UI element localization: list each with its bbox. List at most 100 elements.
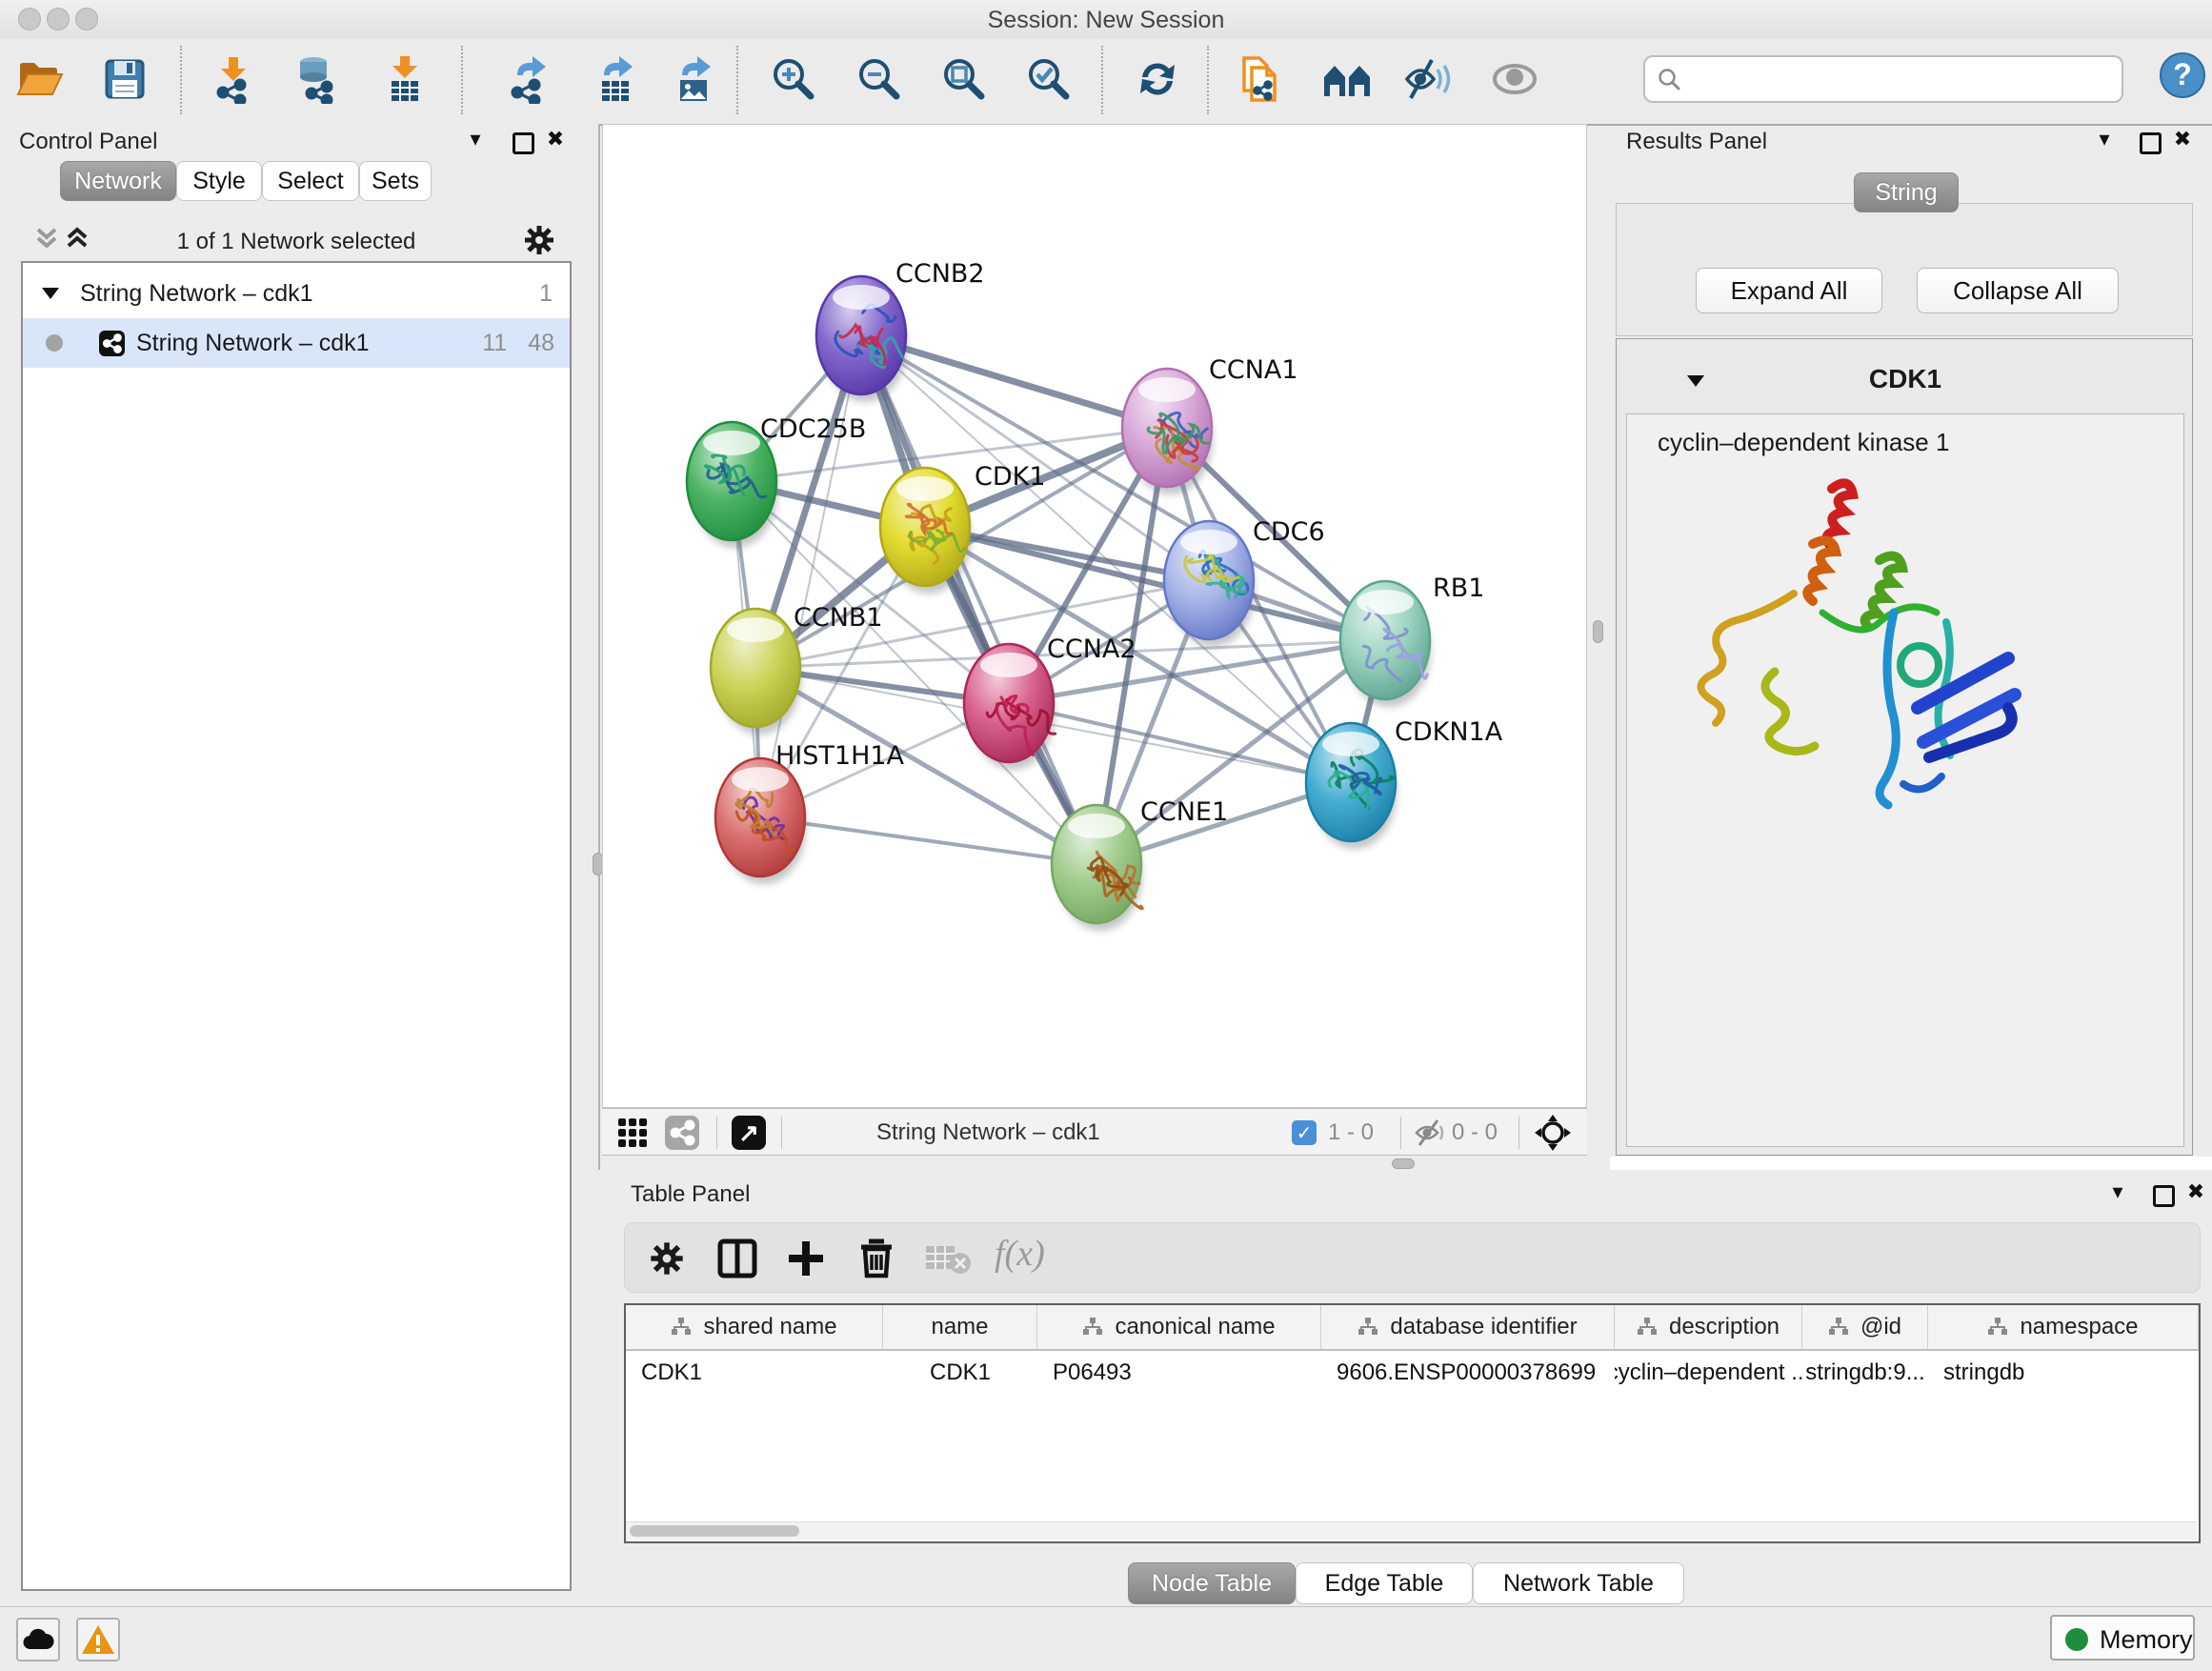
tab-select[interactable]: Select xyxy=(262,161,359,201)
warnings-button[interactable] xyxy=(76,1618,120,1661)
expand-all-button[interactable]: Expand All xyxy=(1696,268,1882,313)
results-panel-title: Results Panel xyxy=(1626,129,1767,155)
network-tree-row[interactable]: String Network – cdk1 11 48 xyxy=(23,318,570,368)
tab-edge-table[interactable]: Edge Table xyxy=(1296,1562,1473,1604)
horizontal-splitter-handle[interactable] xyxy=(1392,1158,1415,1169)
table-cell[interactable]: cyclin–dependent ... xyxy=(1615,1353,1802,1393)
new-network-from-selection-icon[interactable] xyxy=(1233,52,1286,106)
import-network-from-database-icon[interactable] xyxy=(291,52,344,106)
column-header-name[interactable]: name xyxy=(883,1305,1037,1351)
tab-network[interactable]: Network xyxy=(60,161,176,201)
network-edge-HIST1H1A-CCNE1[interactable] xyxy=(760,817,1096,864)
cloud-services-button[interactable] xyxy=(16,1618,60,1661)
table-panel-float-icon[interactable] xyxy=(2153,1185,2175,1207)
column-header-canonical-name[interactable]: canonical name xyxy=(1037,1305,1321,1351)
control-panel-close-icon[interactable]: ✖ xyxy=(545,129,566,150)
control-panel-menu-icon[interactable]: ▾ xyxy=(465,129,486,150)
hide-selected-icon[interactable] xyxy=(1401,52,1455,106)
table-cell[interactable]: CDK1 xyxy=(626,1353,883,1393)
node-gloss-highlight xyxy=(896,476,954,501)
network-node-CDK1[interactable] xyxy=(880,468,970,586)
show-columns-icon[interactable] xyxy=(716,1238,758,1279)
node-gloss-highlight xyxy=(727,617,784,642)
table-cell[interactable]: P06493 xyxy=(1037,1353,1321,1393)
zoom-selected-icon[interactable] xyxy=(1022,52,1076,106)
results-panel-float-icon[interactable] xyxy=(2140,132,2162,154)
delete-column-icon[interactable] xyxy=(855,1236,897,1279)
selected-checkbox-icon[interactable]: ✓ xyxy=(1292,1120,1317,1145)
fit-selected-crosshair-icon[interactable] xyxy=(1534,1114,1572,1152)
zoom-out-icon[interactable] xyxy=(853,52,906,106)
hidden-eye-slash-icon[interactable] xyxy=(1414,1118,1446,1147)
network-canvas[interactable]: CCNB2CCNA1CDC25BCDK1CDC6RB1CCNB1CCNA2CDK… xyxy=(602,124,1587,1108)
column-header-database-identifier[interactable]: database identifier xyxy=(1321,1305,1615,1351)
column-tree-icon xyxy=(1637,1317,1658,1338)
first-neighbors-icon[interactable] xyxy=(1320,52,1374,106)
cloud-icon xyxy=(22,1628,54,1651)
network-node-CCNA2[interactable] xyxy=(964,644,1056,762)
collection-count: 1 xyxy=(539,280,553,308)
vertical-splitter-handle[interactable] xyxy=(1593,620,1603,643)
apply-function-icon[interactable]: f(x) xyxy=(995,1233,1045,1275)
network-options-gear-icon[interactable] xyxy=(522,223,556,257)
export-network-icon[interactable] xyxy=(502,52,555,106)
export-image-icon[interactable] xyxy=(667,52,720,106)
tab-string[interactable]: String xyxy=(1854,172,1959,212)
show-graphics-details-icon[interactable] xyxy=(1488,52,1541,106)
control-panel-float-icon[interactable] xyxy=(513,132,534,154)
network-node-HIST1H1A[interactable] xyxy=(715,758,805,876)
column-header--id[interactable]: @id xyxy=(1802,1305,1928,1351)
results-panel-menu-icon[interactable]: ▾ xyxy=(2094,129,2115,150)
search-input[interactable] xyxy=(1689,61,2112,95)
zoom-fit-content-icon[interactable] xyxy=(937,52,991,106)
table-horizontal-scrollbar[interactable] xyxy=(626,1521,2197,1540)
network-edge-CCNB2-CCNA1[interactable] xyxy=(861,335,1167,428)
table-settings-gear-icon[interactable] xyxy=(648,1239,686,1278)
network-share-icon[interactable] xyxy=(665,1116,699,1150)
expand-triangle-icon[interactable] xyxy=(42,288,59,299)
table-panel-close-icon[interactable]: ✖ xyxy=(2185,1181,2206,1202)
table-cell[interactable]: stringdb:9... xyxy=(1802,1353,1928,1393)
column-header-description[interactable]: description xyxy=(1615,1305,1802,1351)
network-node-CDKN1A[interactable] xyxy=(1306,723,1396,841)
network-edge-CCNB2-CCNE1[interactable] xyxy=(861,335,1096,864)
memory-button[interactable]: Memory xyxy=(2050,1615,2195,1661)
network-node-CDC6[interactable] xyxy=(1164,521,1254,639)
network-tree-row[interactable]: String Network – cdk1 1 xyxy=(23,269,570,318)
network-node-CCNA1[interactable] xyxy=(1122,369,1212,487)
node-label-CCNA2: CCNA2 xyxy=(1047,634,1136,664)
toolbar-separator xyxy=(180,46,182,114)
scrollbar-thumb[interactable] xyxy=(630,1525,799,1537)
table-cell[interactable]: 9606.ENSP00000378699 xyxy=(1321,1353,1615,1393)
open-in-window-icon[interactable]: ↗ xyxy=(732,1116,766,1150)
column-header-shared-name[interactable]: shared name xyxy=(626,1305,883,1351)
table-cell[interactable]: stringdb xyxy=(1928,1353,2199,1393)
export-table-icon[interactable] xyxy=(589,52,642,106)
grid-view-icon[interactable] xyxy=(617,1117,648,1148)
import-network-from-file-icon[interactable] xyxy=(207,52,260,106)
network-edge-CCNA2-CDKN1A[interactable] xyxy=(1009,703,1351,782)
network-node-RB1[interactable] xyxy=(1340,581,1430,699)
table-cell[interactable]: CDK1 xyxy=(883,1353,1037,1393)
tab-style[interactable]: Style xyxy=(176,161,262,201)
network-node-CCNB1[interactable] xyxy=(711,609,800,727)
protein-detail-box: cyclin–dependent kinase 1 xyxy=(1626,413,2184,1147)
collapse-all-button[interactable]: Collapse All xyxy=(1917,268,2119,313)
refresh-icon[interactable] xyxy=(1131,52,1184,106)
delete-table-icon[interactable] xyxy=(926,1242,972,1277)
add-column-icon[interactable] xyxy=(785,1238,827,1279)
help-button[interactable]: ? xyxy=(2159,51,2206,99)
column-header-namespace[interactable]: namespace xyxy=(1928,1305,2199,1351)
results-panel-close-icon[interactable]: ✖ xyxy=(2172,129,2193,150)
zoom-in-icon[interactable] xyxy=(767,52,820,106)
tab-network-table[interactable]: Network Table xyxy=(1473,1562,1684,1604)
tab-node-table[interactable]: Node Table xyxy=(1128,1562,1296,1604)
network-node-CCNB2[interactable] xyxy=(816,276,906,394)
open-session-icon[interactable] xyxy=(13,52,67,106)
save-session-icon[interactable] xyxy=(98,52,151,106)
import-table-from-file-icon[interactable] xyxy=(378,52,432,106)
table-panel-menu-icon[interactable]: ▾ xyxy=(2107,1181,2128,1202)
tab-sets[interactable]: Sets xyxy=(359,161,432,201)
network-name-status: String Network – cdk1 xyxy=(876,1119,1100,1146)
network-node-CCNE1[interactable] xyxy=(1052,805,1142,923)
